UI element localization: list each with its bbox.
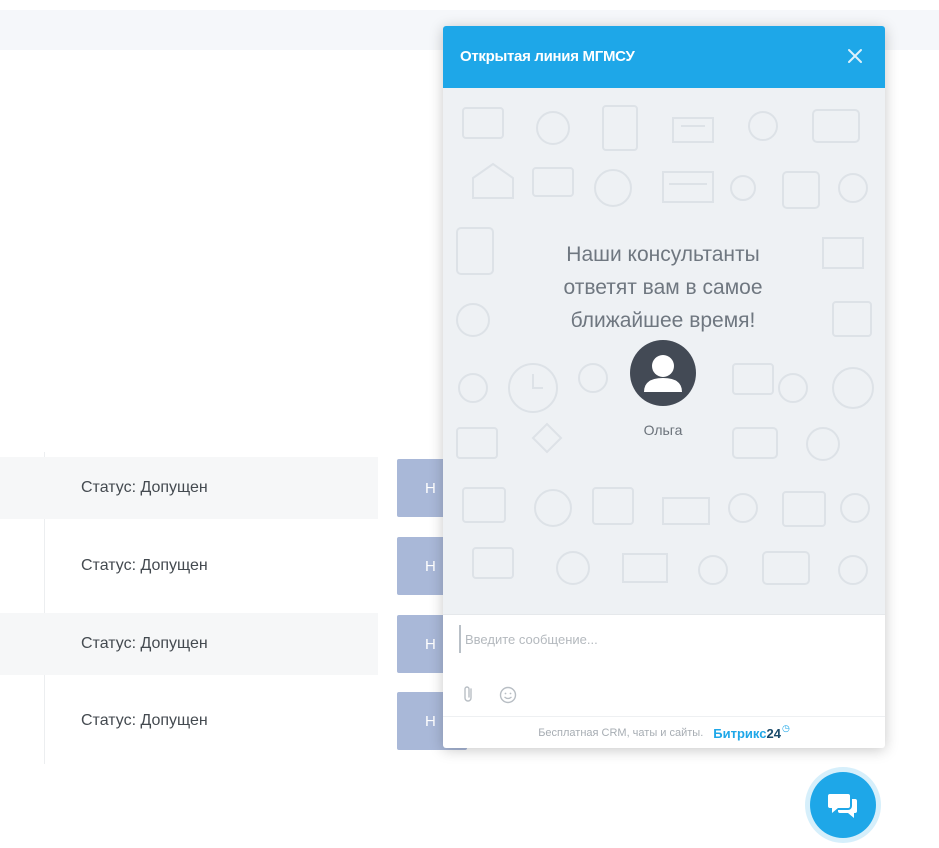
brand-name: Битрикс: [713, 725, 767, 741]
chat-bubbles-icon: [828, 794, 857, 818]
list-row: Статус: Допущен: [0, 535, 378, 597]
user-avatar-icon: [630, 340, 696, 406]
status-text: Статус: Допущен: [81, 479, 208, 496]
chat-title: Открытая линия МГМСУ: [460, 48, 635, 65]
status-text: Статус: Допущен: [81, 712, 208, 729]
chat-message-area: Наши консультанты ответят вам в самое бл…: [443, 88, 885, 614]
page: Статус: Допущен Н Статус: Допущен Н Стат…: [0, 0, 939, 848]
list-row: Статус: Допущен: [0, 613, 378, 675]
list-row: Статус: Допущен: [0, 457, 378, 519]
brand-link[interactable]: Битрикс24: [713, 726, 781, 741]
chat-widget: Открытая линия МГМСУ Наши консультанты о…: [443, 26, 885, 748]
brand-clock-icon: ◷: [781, 722, 790, 733]
agent-name: Ольга: [643, 422, 683, 438]
close-icon[interactable]: [844, 45, 866, 67]
footer-text: Бесплатная CRM, чаты и сайты.: [538, 727, 704, 739]
welcome-line: ближайшее время!: [570, 309, 756, 332]
status-text: Статус: Допущен: [81, 635, 208, 652]
chat-header: Открытая линия МГМСУ: [443, 26, 885, 88]
chat-footer: Бесплатная CRM, чаты и сайты. Битрикс24 …: [443, 716, 885, 748]
welcome-line: Наши консультанты: [566, 243, 760, 266]
welcome-line: ответят вам в самое: [563, 276, 763, 299]
message-input[interactable]: [459, 625, 867, 653]
smiley-icon[interactable]: [499, 686, 517, 704]
list-row: Статус: Допущен: [0, 690, 378, 752]
status-text: Статус: Допущен: [81, 557, 208, 574]
paperclip-icon[interactable]: [462, 685, 476, 703]
welcome-message: Наши консультанты ответят вам в самое бл…: [503, 238, 823, 337]
chat-launcher-button[interactable]: [810, 772, 876, 838]
brand-number: 24: [766, 725, 781, 741]
